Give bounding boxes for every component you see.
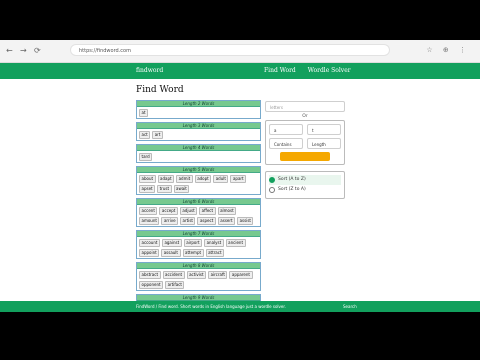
word-group: Length 2 Words at <box>136 100 261 119</box>
word-group: Length 4 Words tard <box>136 144 261 163</box>
footer-link[interactable]: Search <box>343 301 357 312</box>
word-chip[interactable]: apset <box>139 185 156 193</box>
nav-links: Find Word Wordle Solver <box>264 67 361 74</box>
word-chip[interactable]: against <box>161 239 182 247</box>
browser-menu-icons[interactable]: ☆ ⊕ ⋮ <box>426 46 470 54</box>
word-chip[interactable]: abstract <box>139 271 161 279</box>
footer-text: FindWord / Find word. Short words in Eng… <box>136 304 286 309</box>
word-chip[interactable]: assault <box>161 249 181 257</box>
word-chip[interactable]: at <box>139 109 149 117</box>
sort-a-z-option[interactable]: Sort (A to Z) <box>269 175 341 185</box>
reload-icon[interactable]: ⟳ <box>34 46 41 55</box>
word-chip[interactable]: affect <box>199 207 216 215</box>
word-chip[interactable]: act <box>139 131 151 139</box>
word-chip[interactable]: appoint <box>139 249 160 257</box>
word-chip[interactable]: apart <box>230 175 247 183</box>
word-group: Length 5 Words about adapt admit adopt adult a… <box>136 166 261 195</box>
contains-input[interactable]: Contains <box>269 138 303 149</box>
word-chip[interactable]: attract <box>205 249 225 257</box>
starts-with-input[interactable]: a <box>269 124 303 135</box>
word-chip[interactable]: amount <box>139 217 160 225</box>
word-chip[interactable]: admit <box>176 175 193 183</box>
forward-icon[interactable]: → <box>20 46 27 55</box>
word-chip[interactable]: accept <box>159 207 178 215</box>
word-chip[interactable]: assert <box>217 217 236 225</box>
word-chip[interactable]: trust <box>157 185 172 193</box>
nav-link-wordle-solver[interactable]: Wordle Solver <box>308 67 351 74</box>
page-title: Find Word <box>136 85 184 95</box>
word-chip[interactable]: accent <box>139 207 158 215</box>
sort-a-z-label: Sort (A to Z) <box>278 177 306 182</box>
word-chip[interactable]: account <box>139 239 160 247</box>
radio-selected-icon <box>269 177 275 183</box>
word-chip[interactable]: accident <box>162 271 185 279</box>
word-chip[interactable]: adapt <box>157 175 175 183</box>
back-icon[interactable]: ← <box>6 46 13 55</box>
word-group: Length 7 Words account against airport analy… <box>136 230 261 259</box>
site-header: findword Find Word Wordle Solver <box>0 63 480 79</box>
word-chip[interactable]: adopt <box>194 175 212 183</box>
word-chip[interactable]: await <box>173 185 190 193</box>
find-button[interactable] <box>280 152 330 161</box>
sort-options: Sort (A to Z) Sort (Z to A) <box>265 171 345 199</box>
word-chip[interactable]: activist <box>186 271 207 279</box>
word-chip[interactable]: arrive <box>161 217 179 225</box>
site-footer: FindWord / Find word. Short words in Eng… <box>0 301 480 312</box>
word-chip[interactable]: artist <box>180 217 196 225</box>
word-chip[interactable]: adjust <box>179 207 198 215</box>
word-group: Length 8 Words abstract accident activist ai… <box>136 262 261 291</box>
word-chip[interactable]: aspect <box>197 217 216 225</box>
results-list: Length 2 Words at Length 3 Words act art Leng… <box>136 100 261 312</box>
word-chip[interactable]: opponent <box>139 281 164 289</box>
word-chip[interactable]: art <box>152 131 163 139</box>
word-chip[interactable]: apparent <box>229 271 253 279</box>
sort-z-a-label: Sort (Z to A) <box>278 187 306 192</box>
search-panel: letters Or a t Contains Length Sort (A t… <box>265 101 345 199</box>
ends-with-input[interactable]: t <box>307 124 341 135</box>
radio-icon <box>269 187 275 193</box>
word-chip[interactable]: ancient <box>225 239 246 247</box>
word-chip[interactable]: adult <box>213 175 229 183</box>
word-chip[interactable]: attempt <box>182 249 204 257</box>
word-chip[interactable]: aircraft <box>208 271 228 279</box>
brand-logo[interactable]: findword <box>136 67 163 74</box>
address-bar[interactable]: https://findword.com <box>70 44 390 56</box>
word-chip[interactable]: analyst <box>204 239 224 247</box>
word-chip[interactable]: almost <box>217 207 237 215</box>
word-chip[interactable]: airport <box>183 239 203 247</box>
or-label: Or <box>302 114 308 119</box>
word-chip[interactable]: artifact <box>165 281 185 289</box>
browser-window: ← → ⟳ https://findword.com ☆ ⊕ ⋮ findwor… <box>0 40 480 312</box>
word-chip[interactable]: assist <box>237 217 254 225</box>
filter-box: a t Contains Length <box>265 120 345 165</box>
word-chip[interactable]: tard <box>139 153 153 161</box>
nav-link-find-word[interactable]: Find Word <box>264 67 296 74</box>
word-group: Length 6 Words accent accept adjust affect al… <box>136 198 261 227</box>
sort-z-a-option[interactable]: Sort (Z to A) <box>269 185 341 195</box>
letters-input[interactable]: letters <box>265 101 345 112</box>
word-chip[interactable]: about <box>139 175 156 183</box>
word-group: Length 3 Words act art <box>136 122 261 141</box>
length-input[interactable]: Length <box>307 138 341 149</box>
browser-toolbar: ← → ⟳ https://findword.com ☆ ⊕ ⋮ <box>0 40 480 63</box>
